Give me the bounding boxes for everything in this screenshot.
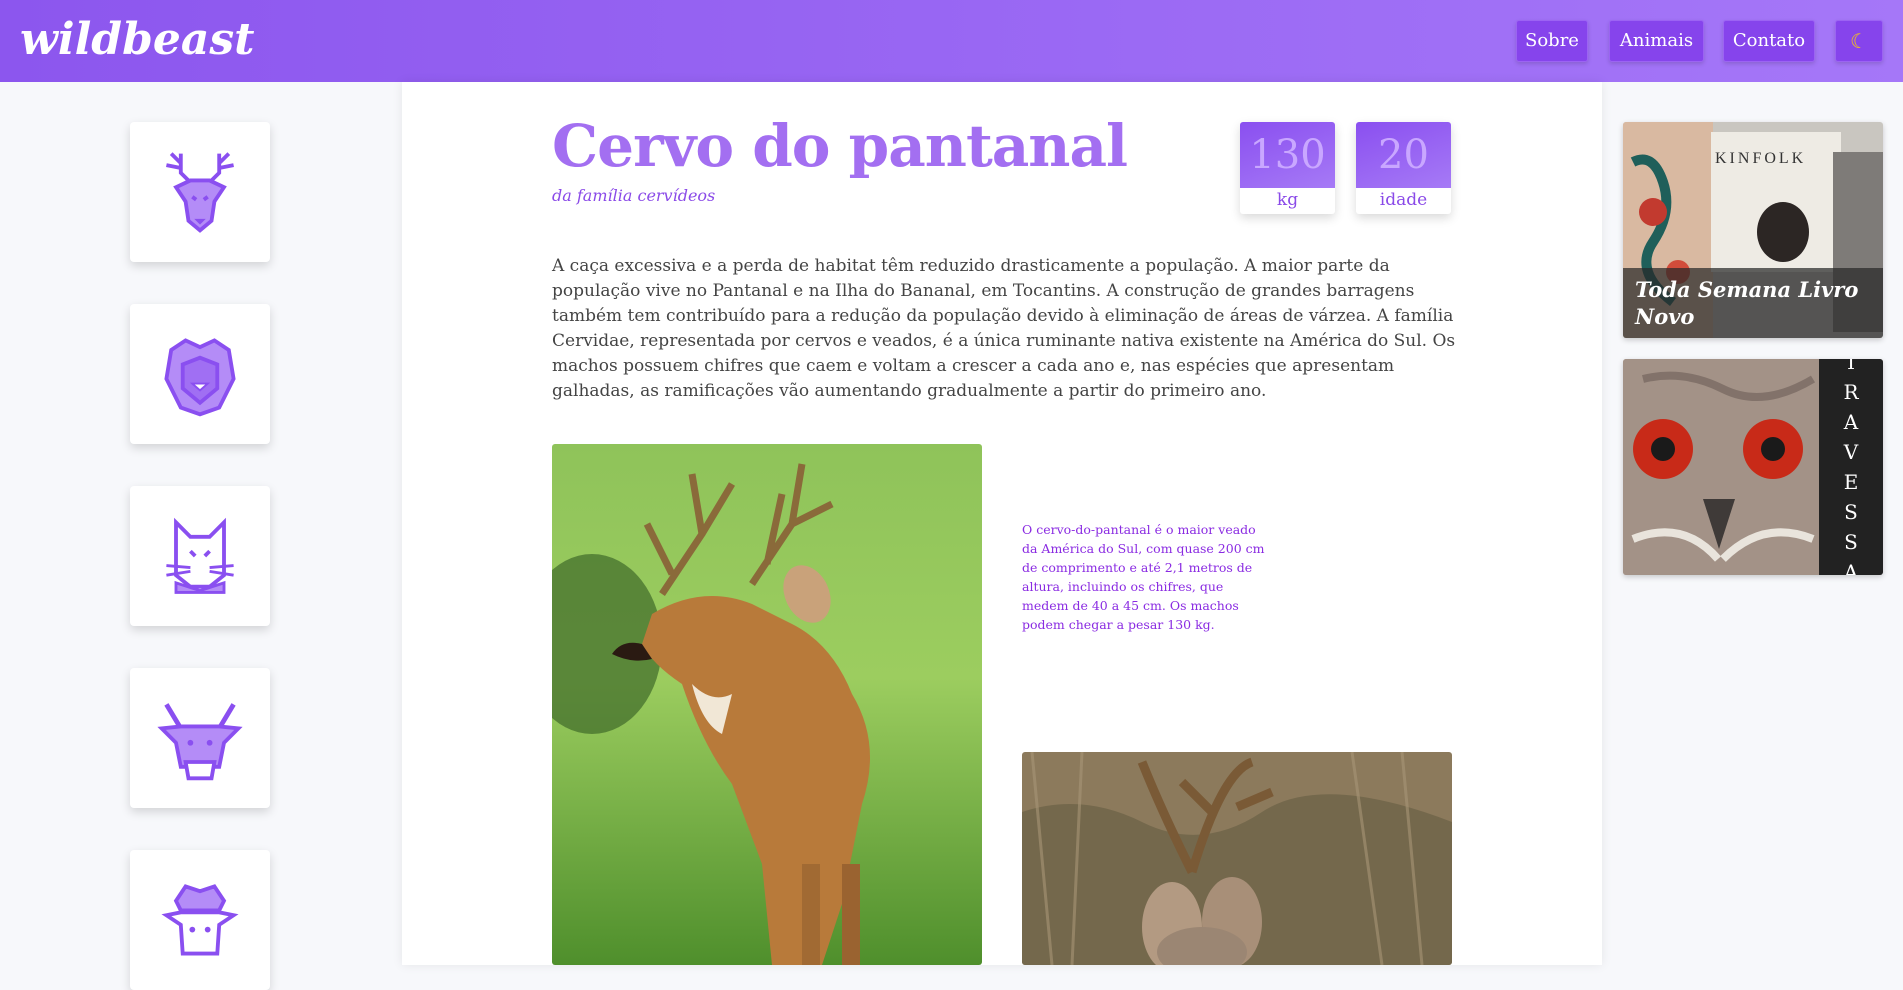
ad-travessa-letter: A — [1843, 560, 1859, 575]
deer-icon — [166, 152, 234, 233]
lion-icon — [164, 338, 236, 417]
deer-photo-2 — [1022, 752, 1452, 965]
ad-travessa-letter: V — [1843, 440, 1859, 464]
ad-kinfolk[interactable]: KINFOLK Toda Semana Livro Novo — [1623, 122, 1883, 338]
nav-contato-button[interactable]: Contato — [1723, 20, 1815, 62]
site-logo[interactable]: wildbeast — [20, 14, 254, 65]
ad-travessa-letter: S — [1844, 530, 1858, 554]
stat-weight-unit: kg — [1276, 190, 1299, 210]
stat-age: 20 idade — [1356, 122, 1451, 214]
animal-card-lion[interactable] — [130, 304, 270, 444]
stat-age-unit: idade — [1379, 190, 1428, 210]
ad-kinfolk-caption: Toda Semana Livro Novo — [1623, 268, 1883, 338]
ad-travessa-letter: A — [1843, 410, 1859, 434]
page-subtitle: da família cervídeos — [552, 186, 716, 205]
animal-card-deer[interactable] — [130, 122, 270, 262]
ad-travessa-letter: T — [1844, 359, 1858, 374]
moon-icon: ☾ — [1850, 29, 1868, 53]
sheep-icon — [161, 884, 239, 956]
animal-description: A caça excessiva e a perda de habitat tê… — [552, 256, 1456, 401]
ad-travessa-vertical-text: T R A V E S S A — [1819, 359, 1883, 575]
animal-card-bull[interactable] — [130, 668, 270, 808]
theme-toggle-button[interactable]: ☾ — [1835, 20, 1883, 62]
page-title: Cervo do pantanal — [552, 112, 1128, 180]
ad-travessa[interactable]: T R A V E S S A — [1623, 359, 1883, 575]
animal-card-cat[interactable] — [130, 486, 270, 626]
nav-animais-button[interactable]: Animais — [1609, 20, 1704, 62]
stat-weight-value: 130 — [1240, 122, 1335, 188]
ad-travessa-letter: E — [1843, 470, 1859, 494]
bull-icon — [157, 703, 243, 781]
animal-card-sheep[interactable] — [130, 850, 270, 990]
ad-travessa-letter: R — [1843, 380, 1859, 404]
top-navbar: wildbeast Sobre Animais Contato ☾ — [0, 0, 1903, 82]
stat-weight: 130 kg — [1240, 122, 1335, 214]
ad-travessa-letter: S — [1844, 500, 1858, 524]
deer-photo-1 — [552, 444, 982, 965]
ad-kinfolk-brand: KINFOLK — [1715, 150, 1807, 167]
photo-caption: O cervo-do-pantanal é o maior veado da A… — [1022, 522, 1265, 632]
cat-icon — [166, 517, 234, 594]
stat-age-value: 20 — [1356, 122, 1451, 188]
nav-sobre-button[interactable]: Sobre — [1516, 20, 1588, 62]
